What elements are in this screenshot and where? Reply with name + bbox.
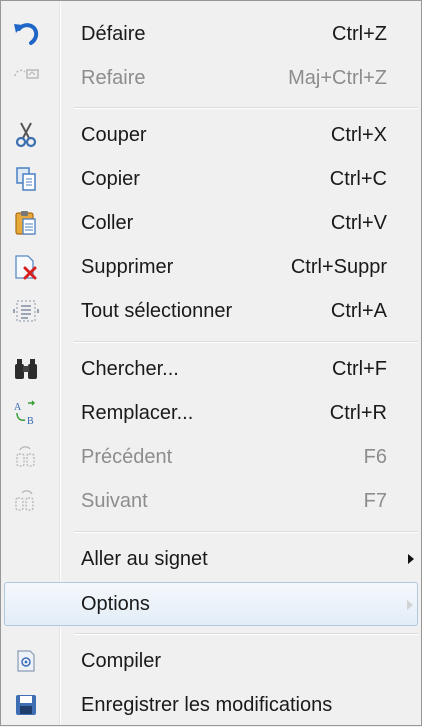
submenu-arrow-icon <box>408 554 414 564</box>
menu-item-save-changes[interactable]: Enregistrer les modifications <box>4 683 418 727</box>
compile-icon <box>12 647 40 675</box>
previous-label: Précédent <box>81 446 173 468</box>
cut-shortcut: Ctrl+X <box>330 124 387 146</box>
separator <box>74 341 418 343</box>
find-next-icon <box>12 487 40 515</box>
menu-item-copy[interactable]: Copier Ctrl+C <box>4 157 418 201</box>
goto-bookmark-label: Aller au signet <box>81 548 208 570</box>
select-all-shortcut: Ctrl+A <box>330 300 387 322</box>
menu-item-options[interactable]: Options <box>4 582 418 626</box>
menu-item-previous[interactable]: Précédent F6 <box>4 435 418 479</box>
menu-item-redo[interactable]: Refaire Maj+Ctrl+Z <box>4 56 418 100</box>
replace-shortcut: Ctrl+R <box>329 402 387 424</box>
menu-item-undo[interactable]: Défaire Ctrl+Z <box>4 12 418 56</box>
previous-shortcut: F6 <box>363 446 387 468</box>
find-label: Chercher... <box>81 358 179 380</box>
replace-label: Remplacer... <box>81 402 194 424</box>
undo-label: Défaire <box>81 23 146 45</box>
menu-item-cut[interactable]: Couper Ctrl+X <box>4 113 418 157</box>
undo-icon <box>12 20 40 48</box>
paste-shortcut: Ctrl+V <box>330 212 387 234</box>
menu-item-delete[interactable]: Supprimer Ctrl+Suppr <box>4 245 418 289</box>
menu-item-next[interactable]: Suivant F7 <box>4 479 418 523</box>
clipboard-icon <box>12 209 40 237</box>
redo-shortcut: Maj+Ctrl+Z <box>288 67 387 89</box>
cut-label: Couper <box>81 124 147 146</box>
copy-shortcut: Ctrl+C <box>329 168 387 190</box>
menu-item-paste[interactable]: Coller Ctrl+V <box>4 201 418 245</box>
menu-item-goto-bookmark[interactable]: Aller au signet <box>4 537 418 581</box>
copy-label: Copier <box>81 168 140 190</box>
svg-text:B: B <box>27 416 34 427</box>
options-label: Options <box>81 593 150 615</box>
redo-icon <box>12 64 40 92</box>
separator <box>74 107 418 109</box>
delete-shortcut: Ctrl+Suppr <box>290 256 387 278</box>
select-all-icon <box>12 297 40 325</box>
menu-item-find[interactable]: Chercher... Ctrl+F <box>4 347 418 391</box>
paste-label: Coller <box>81 212 134 234</box>
submenu-arrow-icon <box>407 600 413 610</box>
delete-document-icon <box>12 253 40 281</box>
replace-icon: A B <box>12 399 40 427</box>
separator <box>74 531 418 533</box>
next-label: Suivant <box>81 490 148 512</box>
save-changes-label: Enregistrer les modifications <box>81 694 333 716</box>
binoculars-icon <box>12 355 40 383</box>
separator <box>74 633 418 635</box>
next-shortcut: F7 <box>363 490 387 512</box>
compile-label: Compiler <box>81 650 162 672</box>
copy-icon <box>12 165 40 193</box>
scissors-icon <box>12 121 40 149</box>
menu-item-replace[interactable]: A B Remplacer... Ctrl+R <box>4 391 418 435</box>
undo-shortcut: Ctrl+Z <box>332 23 387 45</box>
find-previous-icon <box>12 443 40 471</box>
find-shortcut: Ctrl+F <box>332 358 387 380</box>
redo-label: Refaire <box>81 67 146 89</box>
select-all-label: Tout sélectionner <box>81 300 233 322</box>
save-icon <box>12 691 40 719</box>
menu-item-select-all[interactable]: Tout sélectionner Ctrl+A <box>4 289 418 333</box>
menu-item-compile[interactable]: Compiler <box>4 639 418 683</box>
svg-text:A: A <box>14 402 22 413</box>
delete-label: Supprimer <box>81 256 174 278</box>
edit-context-menu: Défaire Ctrl+Z Refaire Maj+Ctrl+Z Couper… <box>0 0 422 726</box>
